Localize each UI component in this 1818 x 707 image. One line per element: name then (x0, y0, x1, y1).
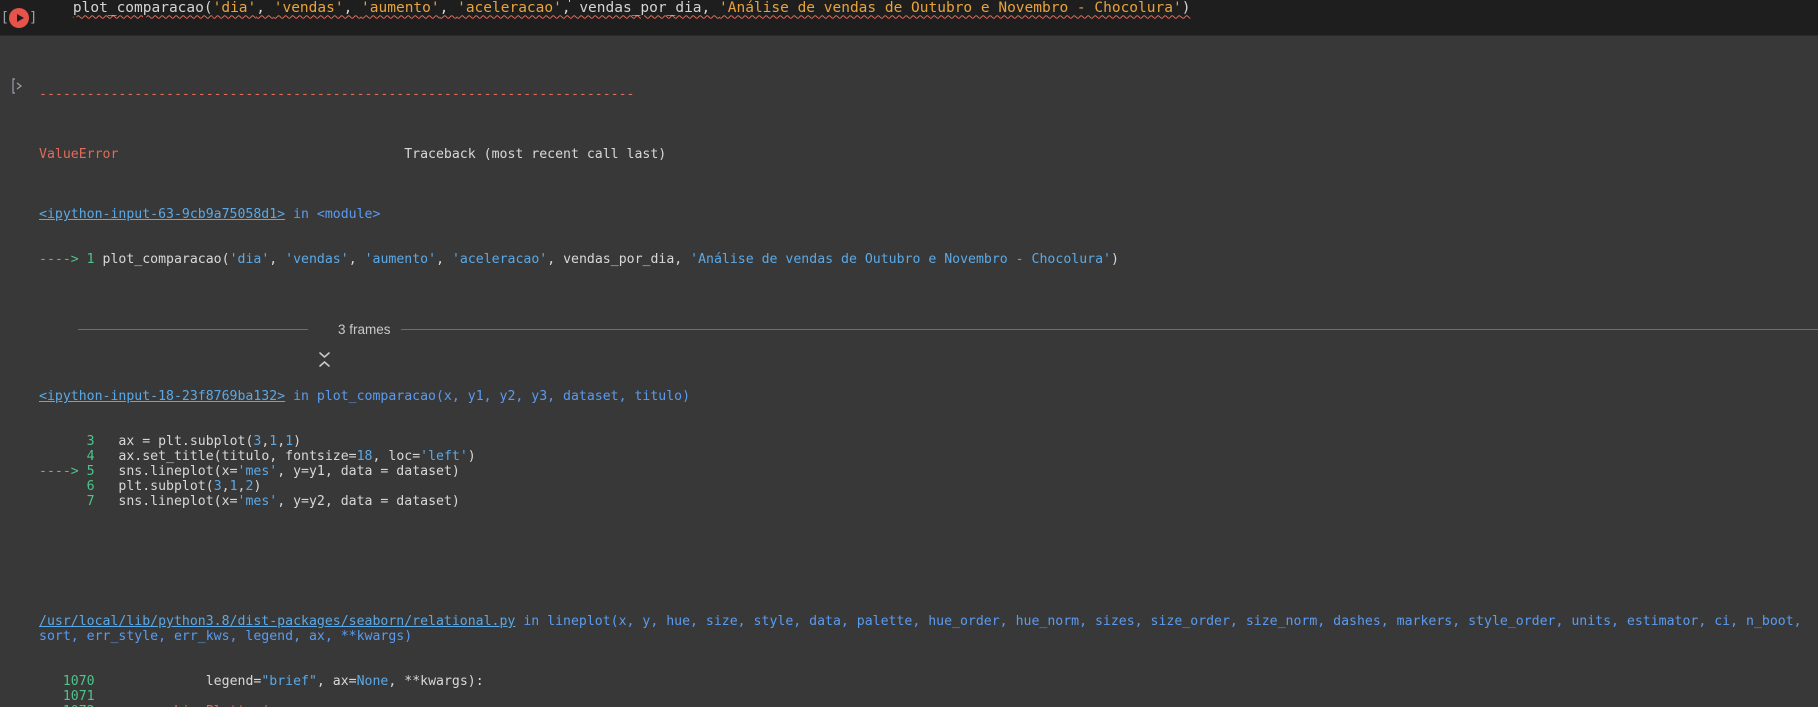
source-code-token: 'mes' (237, 464, 278, 479)
source-code-token: ) (467, 449, 476, 464)
source-line-number: 3 (39, 434, 103, 449)
frames-rule-left (78, 328, 308, 330)
source-line-number: 4 (39, 449, 103, 464)
source-code-token: , vendas_por_dia, (547, 252, 691, 267)
error-type-name: ValueError (39, 147, 119, 162)
source-code-token: sns.lineplot(x= (102, 494, 238, 509)
traceback-source-line: 4 ax.set_title(titulo, fontsize=18, loc=… (39, 449, 1818, 464)
source-code-token: , loc= (372, 449, 421, 464)
source-code-token: 1 (229, 479, 238, 494)
source-code-token: 'vendas' (285, 252, 349, 267)
frame-file-link-3[interactable]: /usr/local/lib/python3.8/dist-packages/s… (39, 614, 515, 629)
frame-signature-2: in plot_comparacao(x, y1, y2, y3, datase… (285, 389, 691, 404)
source-code-token: , (269, 252, 286, 267)
code-punctuation: ) (1181, 0, 1191, 16)
source-code-token: 3 (213, 479, 222, 494)
frames-rule-right (400, 328, 1818, 330)
code-string-literal: 'dia' (212, 0, 257, 16)
source-code-token: , (237, 479, 246, 494)
source-code-token: "brief" (261, 674, 317, 689)
code-string-literal: 'Análise de vendas de Outubro e Novembro… (719, 0, 1182, 16)
source-code-token: , y=y1, data = dataset) (277, 464, 460, 479)
current-line-arrow: ----> 5 (39, 464, 103, 479)
source-code-token: ax.set_title(titulo, fontsize= (102, 449, 357, 464)
frame-file-link-1[interactable]: <ipython-input-63-9cb9a75058d1> (39, 207, 285, 222)
code-string-literal: 'vendas' (273, 0, 344, 16)
traceback-source-line: 7 sns.lineplot(x='mes', y=y2, data = dat… (39, 494, 1818, 509)
bracket-right: ] (29, 9, 38, 26)
source-code-token: plt.subplot( (102, 479, 214, 494)
code-punctuation: , vendas_por_dia, (561, 0, 719, 16)
source-code-token: legend= (102, 674, 262, 689)
traceback-header: ValueError Traceback (most recent call l… (39, 147, 1818, 162)
run-cell-button[interactable] (9, 7, 29, 28)
source-code-token: 'Análise de vendas de Outubro e Novembro… (690, 252, 1111, 267)
source-code-token: plot_comparacao( (102, 252, 230, 267)
traceback-source-line: 6 plt.subplot(3,1,2) (39, 479, 1818, 494)
collapsed-frames-toggle[interactable]: 3 frames (78, 320, 1818, 367)
frame-file-link-2[interactable]: <ipython-input-18-23f8769ba132> (39, 389, 285, 404)
source-code-token: 'mes' (237, 494, 278, 509)
frame-file-line-3: /usr/local/lib/python3.8/dist-packages/s… (39, 614, 1818, 644)
expand-collapse-chevrons-icon[interactable] (318, 321, 331, 367)
traceback-source-line: 3 ax = plt.subplot(3,1,1) (39, 434, 1818, 449)
code-punctuation: , (256, 0, 274, 16)
cell-output: ----------------------------------------… (0, 36, 1818, 707)
source-code-token: , (348, 252, 365, 267)
frame-source-3: 1070 legend="brief", ax=None, **kwargs):… (39, 674, 1818, 707)
traceback-source-line: ----> 5 sns.lineplot(x='mes', y=y1, data… (39, 464, 1818, 479)
source-code-token: ) (293, 434, 302, 449)
code-cell: [ ] plot_comparacao('dia', 'vendas', 'au… (0, 0, 1818, 36)
traceback-source-line: 1070 legend="brief", ax=None, **kwargs): (39, 674, 1818, 689)
source-code-token: ax = plt.subplot( (102, 434, 254, 449)
source-code-token: , (277, 434, 286, 449)
source-code-token: 'aumento' (364, 252, 437, 267)
frame-file-line-1: <ipython-input-63-9cb9a75058d1> in <modu… (39, 207, 1818, 222)
code-string-literal: 'aceleracao' (457, 0, 562, 16)
code-punctuation: , (439, 0, 458, 16)
output-marker-icon (12, 78, 22, 94)
source-code-token: 18 (356, 449, 373, 464)
text-caret (569, 0, 570, 2)
code-function-name: plot_comparacao( (72, 0, 213, 16)
source-line-number: 1070 (39, 674, 103, 689)
source-code-token: , y=y2, data = dataset) (277, 494, 460, 509)
traceback-divider: ----------------------------------------… (39, 87, 635, 102)
traceback-header-right: Traceback (most recent call last) (404, 147, 667, 162)
source-code-token: , **kwargs): (388, 674, 484, 689)
traceback-source-line: 1071 (39, 689, 1818, 704)
source-code-token: 'left' (420, 449, 468, 464)
code-string-literal: 'aumento' (361, 0, 440, 16)
source-code-token: , (436, 252, 452, 267)
frames-count-label: 3 frames (338, 321, 391, 337)
code-punctuation: , (343, 0, 362, 16)
source-code-token: None (356, 674, 389, 689)
bracket-left: [ (0, 9, 9, 26)
source-code-token: 1 (285, 434, 294, 449)
frame-signature-1: in <module> (285, 207, 381, 222)
source-code-token: 'dia' (229, 252, 270, 267)
source-line-number: 7 (39, 494, 103, 509)
source-code-token: 'aceleracao' (451, 252, 548, 267)
source-code-token: , (221, 479, 230, 494)
frame-spacer (39, 554, 1818, 569)
current-line-arrow: ----> 1 (39, 252, 103, 267)
traceback-body: ----------------------------------------… (39, 42, 1818, 707)
source-code-token: , ax= (316, 674, 357, 689)
source-code-token: ) (253, 479, 262, 494)
source-code-token: sns.lineplot(x= (102, 464, 238, 479)
frame-source-1: ----> 1 plot_comparacao('dia', 'vendas',… (39, 252, 1818, 267)
source-line-number: 1071 (39, 689, 103, 704)
cell-gutter: [ ] (0, 0, 38, 36)
frame-source-2: 3 ax = plt.subplot(3,1,1) 4 ax.set_title… (39, 434, 1818, 509)
frame-file-line-2: <ipython-input-18-23f8769ba132> in plot_… (39, 389, 1818, 404)
source-code-token: ) (1110, 252, 1119, 267)
source-line-number: 6 (39, 479, 103, 494)
traceback-source-line: ----> 1 plot_comparacao('dia', 'vendas',… (39, 252, 1818, 267)
code-text: plot_comparacao('dia', 'vendas', 'aument… (73, 0, 1191, 16)
